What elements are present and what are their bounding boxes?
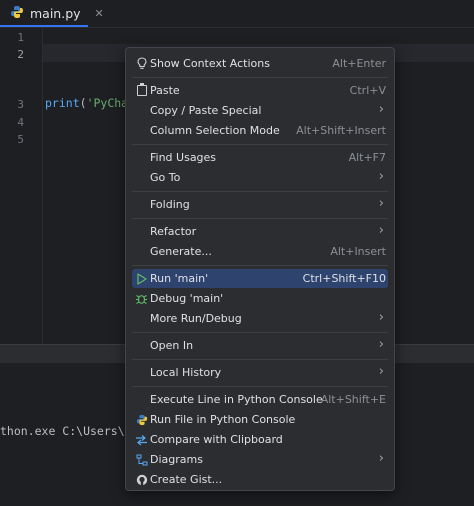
tab-main-py[interactable]: main.py ✕ xyxy=(0,0,114,27)
menu-item-label: Debug 'main' xyxy=(150,292,224,305)
chevron-right-icon: › xyxy=(378,102,384,117)
menu-item-create-gist[interactable]: Create Gist... xyxy=(132,470,388,489)
menu-item-label: Copy / Paste Special xyxy=(150,104,262,117)
menu-item-shortcut: Alt+Enter xyxy=(332,57,386,70)
play-icon xyxy=(134,271,149,286)
menu-item-paste[interactable]: Paste Ctrl+V xyxy=(132,81,388,100)
menu-item-shortcut: Alt+Insert xyxy=(330,245,386,258)
menu-item-local-history[interactable]: Local History › xyxy=(132,363,388,382)
bug-icon xyxy=(134,291,149,306)
menu-item-label: Compare with Clipboard xyxy=(150,433,283,446)
menu-item-label: Create Gist... xyxy=(150,473,223,486)
diagram-icon xyxy=(134,452,149,467)
line-number: 3 xyxy=(17,98,24,111)
editor-tab-bar: main.py ✕ xyxy=(0,0,474,28)
menu-item-label: Show Context Actions xyxy=(150,57,270,70)
line-number: 1 xyxy=(17,31,24,44)
chevron-right-icon: › xyxy=(378,310,384,325)
menu-item-label: Paste xyxy=(150,84,180,97)
menu-separator xyxy=(132,191,388,192)
chevron-right-icon: › xyxy=(378,169,384,184)
tab-filename: main.py xyxy=(30,6,81,21)
chevron-right-icon: › xyxy=(378,223,384,238)
code-paren: ( xyxy=(79,96,87,110)
chevron-right-icon: › xyxy=(378,337,384,352)
menu-separator xyxy=(132,265,388,266)
lightbulb-icon xyxy=(134,56,149,71)
chevron-right-icon: › xyxy=(378,364,384,379)
menu-separator xyxy=(132,144,388,145)
github-icon xyxy=(134,472,149,487)
menu-item-run-file-console[interactable]: Run File in Python Console xyxy=(132,410,388,429)
menu-item-show-context-actions[interactable]: Show Context Actions Alt+Enter xyxy=(132,54,388,73)
menu-item-label: Refactor xyxy=(150,225,197,238)
python-icon xyxy=(134,412,149,427)
menu-item-shortcut: Ctrl+Shift+F10 xyxy=(302,272,386,285)
menu-item-label: Run File in Python Console xyxy=(150,413,296,426)
menu-item-label: Diagrams xyxy=(150,453,203,466)
menu-item-go-to[interactable]: Go To › xyxy=(132,168,388,187)
menu-item-copy-paste-special[interactable]: Copy / Paste Special › xyxy=(132,101,388,120)
menu-item-label: Find Usages xyxy=(150,151,217,164)
menu-item-label: Go To xyxy=(150,171,181,184)
menu-item-column-selection-mode[interactable]: Column Selection Mode Alt+Shift+Insert xyxy=(132,121,388,140)
menu-item-label: Folding xyxy=(150,198,190,211)
line-number: 2 xyxy=(17,48,24,61)
line-number-gutter: 1 2 3 4 5 xyxy=(0,28,43,344)
close-icon[interactable]: ✕ xyxy=(95,7,104,20)
menu-item-label: Run 'main' xyxy=(150,272,209,285)
menu-item-shortcut: Alt+F7 xyxy=(348,151,386,164)
menu-item-folding[interactable]: Folding › xyxy=(132,195,388,214)
menu-item-run-main[interactable]: Run 'main' Ctrl+Shift+F10 xyxy=(132,269,388,288)
line-number: 4 xyxy=(17,116,24,129)
menu-item-diagrams[interactable]: Diagrams › xyxy=(132,450,388,469)
code-line[interactable]: print('PyChar xyxy=(45,96,135,110)
menu-item-label: Open In xyxy=(150,339,194,352)
active-tab-indicator xyxy=(0,25,88,27)
editor-context-menu: Show Context Actions Alt+Enter Paste Ctr… xyxy=(125,47,395,491)
menu-separator xyxy=(132,359,388,360)
menu-item-more-run-debug[interactable]: More Run/Debug › xyxy=(132,309,388,328)
chevron-right-icon: › xyxy=(378,196,384,211)
menu-item-execute-line-console[interactable]: Execute Line in Python Console Alt+Shift… xyxy=(132,390,388,409)
chevron-right-icon: › xyxy=(378,451,384,466)
menu-separator xyxy=(132,77,388,78)
compare-icon xyxy=(134,432,149,447)
console-output: thon.exe C:\Users\Ki xyxy=(0,424,139,438)
python-file-icon xyxy=(10,5,24,22)
menu-item-find-usages[interactable]: Find Usages Alt+F7 xyxy=(132,148,388,167)
menu-item-label: Column Selection Mode xyxy=(150,124,280,137)
menu-item-debug-main[interactable]: Debug 'main' xyxy=(132,289,388,308)
menu-separator xyxy=(132,386,388,387)
menu-item-label: Execute Line in Python Console xyxy=(150,393,323,406)
menu-separator xyxy=(132,332,388,333)
menu-item-generate[interactable]: Generate... Alt+Insert xyxy=(132,242,388,261)
menu-item-label: Local History xyxy=(150,366,222,379)
menu-item-shortcut: Alt+Shift+E xyxy=(320,393,386,406)
menu-item-refactor[interactable]: Refactor › xyxy=(132,222,388,241)
menu-item-shortcut: Alt+Shift+Insert xyxy=(296,124,386,137)
menu-item-shortcut: Ctrl+V xyxy=(349,84,386,97)
menu-separator xyxy=(132,218,388,219)
menu-item-label: More Run/Debug xyxy=(150,312,242,325)
menu-item-open-in[interactable]: Open In › xyxy=(132,336,388,355)
clipboard-icon xyxy=(134,83,149,98)
menu-item-compare-clipboard[interactable]: Compare with Clipboard xyxy=(132,430,388,449)
code-function: print xyxy=(45,96,80,110)
line-number: 5 xyxy=(17,133,24,146)
menu-item-label: Generate... xyxy=(150,245,212,258)
